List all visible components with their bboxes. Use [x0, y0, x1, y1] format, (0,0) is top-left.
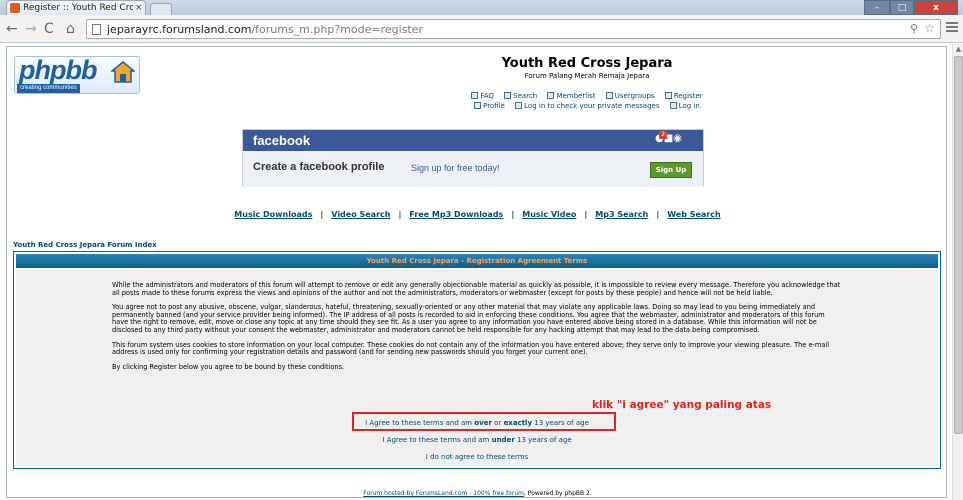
- logo-house-icon: [111, 61, 135, 83]
- agreement-content: While the administrators and moderators …: [16, 270, 938, 466]
- faq-icon: [471, 92, 479, 99]
- sponsored-link[interactable]: Music Video: [522, 210, 576, 219]
- link-separator: |: [320, 210, 324, 219]
- usergroups-icon: [605, 92, 613, 99]
- new-tab-button[interactable]: [150, 3, 172, 15]
- nav-private-messages[interactable]: Log in to check your private messages: [515, 102, 660, 110]
- terms-paragraph: This forum system uses cookies to store …: [112, 340, 830, 357]
- footer-hosted-link[interactable]: Forum hosted by ForumsLand.com - 100% fr…: [363, 490, 524, 497]
- nav-pm-label: Log in to check your private messages: [524, 102, 660, 110]
- register-icon: [664, 92, 672, 99]
- scrollbar-thumb[interactable]: [954, 56, 963, 434]
- search-icon: [504, 92, 512, 99]
- reload-icon[interactable]: C: [44, 21, 54, 37]
- facebook-signup-button[interactable]: Sign Up: [650, 162, 692, 178]
- profile-icon: [474, 102, 482, 109]
- terms-paragraph: While the administrators and moderators …: [112, 281, 841, 297]
- agreement-terms: While the administrators and moderators …: [112, 281, 842, 378]
- browser-tab[interactable]: Register :: Youth Red Cros ×: [6, 0, 146, 15]
- breadcrumb-forum-index[interactable]: Youth Red Cross Jepara Forum Index: [13, 241, 157, 249]
- close-window-button[interactable]: x: [914, 0, 958, 15]
- agree-under-bold-under: under: [491, 436, 515, 444]
- browser-titlebar: Register :: Youth Red Cros × – □ x: [0, 0, 963, 15]
- nav-faq-label: FAQ: [480, 92, 494, 100]
- maximize-button[interactable]: □: [890, 0, 914, 15]
- url-text[interactable]: jeparayrc.forumsland.com/forums_m.php?mo…: [107, 23, 423, 36]
- nav-profile-label: Profile: [483, 102, 505, 110]
- phpbb-logo[interactable]: phpbb creating communities: [14, 56, 140, 94]
- nav-row-main: FAQ Search Memberlist Usergroups Registe…: [407, 92, 767, 100]
- notification-badge: 2: [659, 131, 667, 139]
- url-host: jeparayrc.forumsland.com: [107, 23, 252, 36]
- nav-memberlist[interactable]: Memberlist: [547, 92, 596, 100]
- nav-register-label: Register: [673, 92, 703, 100]
- page-viewport: phpbb creating communities Youth Red Cro…: [0, 44, 952, 500]
- close-tab-icon[interactable]: ×: [135, 3, 143, 13]
- nav-profile[interactable]: Profile: [474, 102, 505, 110]
- link-separator: |: [511, 210, 515, 219]
- sponsored-link[interactable]: Video Search: [331, 210, 390, 219]
- terms-paragraph: By clicking Register below you agree to …: [112, 362, 345, 371]
- site-description: Forum Palang Merah Remaja Jepara: [524, 72, 650, 80]
- url-path: /forums_m.php?mode=register: [251, 23, 424, 36]
- scroll-up-arrow-icon[interactable]: ▲: [953, 44, 963, 55]
- nav-memberlist-label: Memberlist: [556, 92, 596, 100]
- link-separator: |: [656, 210, 660, 219]
- sponsored-link[interactable]: Mp3 Search: [595, 210, 648, 219]
- facebook-ad-banner[interactable]: facebook ●■◉ 2 Create a facebook profile…: [242, 129, 704, 187]
- link-separator: |: [398, 210, 402, 219]
- nav-search[interactable]: Search: [504, 92, 537, 100]
- nav-faq[interactable]: FAQ: [471, 92, 494, 100]
- address-bar[interactable]: jeparayrc.forumsland.com/forums_m.php?mo…: [86, 19, 941, 39]
- agree-under-13-link[interactable]: I Agree to these terms and am under 13 y…: [16, 436, 938, 444]
- instruction-annotation: klik "i agree" yang paling atas: [592, 399, 772, 411]
- tab-title: Register :: Youth Red Cros: [23, 3, 133, 13]
- site-title: Youth Red Cross Jepara: [501, 56, 673, 71]
- disagree-link[interactable]: I do not agree to these terms: [16, 453, 938, 461]
- memberlist-icon: [547, 92, 555, 99]
- nav-search-label: Search: [513, 92, 538, 100]
- browser-toolbar: ← → C ⌂ jeparayrc.forumsland.com/forums_…: [0, 15, 963, 43]
- agree-under-pre: I Agree to these terms and am: [382, 436, 492, 444]
- nav-row-user: Profile Log in to check your private mes…: [407, 102, 767, 110]
- page-footer: Forum hosted by ForumsLand.com - 100% fr…: [7, 490, 948, 497]
- terms-paragraph: You agree not to post any abusive, obsce…: [112, 303, 825, 334]
- favicon-icon: [10, 3, 20, 13]
- nav-usergroups-label: Usergroups: [614, 92, 655, 100]
- home-icon[interactable]: ⌂: [66, 21, 75, 37]
- sponsored-link[interactable]: Music Downloads: [234, 210, 312, 219]
- nav-register[interactable]: Register: [664, 92, 703, 100]
- sponsored-link[interactable]: Free Mp3 Downloads: [409, 210, 503, 219]
- facebook-ad-body: Create a facebook profile Sign up for fr…: [243, 151, 703, 187]
- facebook-ad-subtext: Sign up for free today!: [411, 163, 500, 173]
- facebook-ad-headline: Create a facebook profile: [253, 161, 385, 173]
- agreement-heading: Youth Red Cross Jepara - Registration Ag…: [16, 254, 938, 268]
- footer-powered-text: , Powered by phpBB 2.: [523, 490, 592, 497]
- zoom-icon[interactable]: ⚲: [910, 22, 918, 35]
- logo-wordmark: phpbb: [19, 56, 97, 85]
- red-highlight-box: [352, 412, 616, 431]
- nav-usergroups[interactable]: Usergroups: [605, 92, 655, 100]
- forward-arrow-icon[interactable]: →: [25, 21, 37, 37]
- sponsored-links: Music Downloads | Video Search | Free Mp3 Do…: [7, 210, 948, 219]
- minimize-button[interactable]: –: [864, 0, 890, 15]
- page-body: phpbb creating communities Youth Red Cro…: [6, 46, 947, 498]
- facebook-logo: facebook: [253, 133, 311, 148]
- sponsored-link[interactable]: Web Search: [667, 210, 720, 219]
- agreement-panel: Youth Red Cross Jepara - Registration Ag…: [13, 251, 941, 469]
- facebook-ad-header: facebook ●■◉ 2: [243, 130, 703, 151]
- login-icon: [669, 102, 677, 109]
- vertical-scrollbar[interactable]: ▲: [952, 44, 963, 500]
- back-arrow-icon[interactable]: ←: [6, 21, 18, 37]
- message-icon: [515, 102, 523, 109]
- nav-login-label: Log in: [678, 102, 700, 110]
- logo-tagline: creating communities: [17, 84, 80, 93]
- bookmark-star-icon[interactable]: ☆: [924, 21, 935, 35]
- nav-login[interactable]: Log in: [669, 102, 700, 110]
- link-separator: |: [584, 210, 588, 219]
- menu-icon[interactable]: [946, 22, 958, 34]
- agree-under-post: 13 years of age: [514, 436, 572, 444]
- page-icon: [92, 24, 101, 35]
